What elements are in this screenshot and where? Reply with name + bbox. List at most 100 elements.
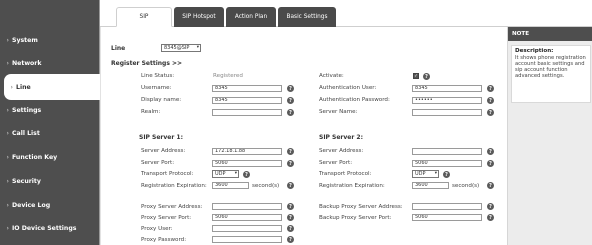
help-icon[interactable]: ? [443, 171, 450, 178]
display-name-field[interactable]: 8345 [212, 97, 282, 104]
proxy-password-label: Proxy Password: [141, 237, 187, 243]
sip1-server-port-field[interactable]: 5060 [212, 160, 282, 167]
realm-field[interactable] [212, 109, 282, 116]
chevron-right-icon: › [6, 59, 9, 67]
sip-server-1-heading: SIP Server 1: [139, 134, 183, 141]
auth-password-field[interactable]: •••••• [412, 97, 482, 104]
help-icon[interactable]: ? [287, 203, 294, 210]
tab-sip-hotspot[interactable]: SIP Hotspot [174, 7, 224, 27]
sip2-server-port-label: Server Port: [319, 160, 353, 166]
proxy-address-field[interactable] [212, 203, 282, 210]
backup-proxy-port-field[interactable]: 5060 [412, 214, 482, 221]
sidebar-item-label: IO Device Settings [12, 224, 77, 232]
help-icon[interactable]: ? [287, 109, 294, 116]
help-icon[interactable]: ? [487, 148, 494, 155]
sidebar-item-io-device-settings[interactable]: › IO Device Settings [0, 215, 100, 241]
note-body: Description: It shows phone registration… [511, 45, 591, 103]
sip2-transport-value: UDP [415, 171, 426, 177]
sip1-server-address-label: Server Address: [141, 148, 186, 154]
sip2-transport-select[interactable]: UDP ▾ [412, 170, 439, 178]
chevron-right-icon: › [6, 201, 9, 209]
chevron-right-icon: › [6, 224, 9, 232]
sip2-server-address-label: Server Address: [319, 148, 364, 154]
proxy-port-field[interactable]: 5060 [212, 214, 282, 221]
line-select-value: 8345@SIP [164, 45, 190, 51]
proxy-address-label: Proxy Server Address: [141, 204, 203, 210]
line-status-value: Registered [213, 73, 243, 79]
sidebar-item-call-list[interactable]: › Call List [0, 120, 100, 146]
help-icon[interactable]: ? [487, 97, 494, 104]
help-icon[interactable]: ? [423, 73, 430, 80]
sidebar-item-label: Network [12, 59, 42, 67]
help-icon[interactable]: ? [487, 160, 494, 167]
chevron-down-icon: ▾ [434, 171, 437, 176]
chevron-down-icon: ▾ [196, 45, 199, 50]
tab-basic-settings[interactable]: Basic Settings [278, 7, 336, 27]
tab-bar: SIP SIP Hotspot Action Plan Basic Settin… [100, 0, 592, 27]
register-settings-heading[interactable]: Register Settings >> [111, 60, 182, 67]
backup-proxy-address-label: Backup Proxy Server Address: [319, 204, 403, 210]
line-select[interactable]: 8345@SIP ▾ [161, 44, 201, 52]
help-icon[interactable]: ? [487, 109, 494, 116]
sip1-server-address-field[interactable]: 172.18.1.88 [212, 148, 282, 155]
line-status-label: Line Status: [141, 73, 175, 79]
sip1-expiration-unit: second(s) [252, 183, 280, 189]
backup-proxy-address-field[interactable] [412, 203, 482, 210]
tab-sip[interactable]: SIP [116, 7, 172, 27]
activate-checkbox[interactable]: ✓ [413, 73, 419, 79]
note-text: It shows phone registration account basi… [515, 55, 586, 79]
help-icon[interactable]: ? [287, 160, 294, 167]
help-icon[interactable]: ? [287, 214, 294, 221]
help-icon[interactable]: ? [287, 236, 294, 243]
sidebar-item-function-key[interactable]: › Function Key [0, 144, 100, 170]
sip2-expiration-field[interactable]: 3600 [412, 182, 449, 189]
help-icon[interactable]: ? [287, 85, 294, 92]
sidebar-item-label: Security [12, 177, 41, 185]
help-icon[interactable]: ? [243, 171, 250, 178]
sip1-transport-label: Transport Protocol: [141, 171, 194, 177]
help-icon[interactable]: ? [487, 182, 494, 189]
help-icon[interactable]: ? [487, 203, 494, 210]
note-title: Description: [515, 48, 554, 54]
help-icon[interactable]: ? [287, 148, 294, 155]
auth-password-label: Authentication Password: [319, 97, 390, 103]
sip2-server-port-field[interactable]: 5060 [412, 160, 482, 167]
sip1-expiration-label: Registration Expiration: [141, 183, 207, 189]
sidebar: › System › Network › Line › Settings › C… [0, 0, 100, 245]
proxy-password-field[interactable] [212, 236, 282, 243]
help-icon[interactable]: ? [287, 182, 294, 189]
server-name-field[interactable] [412, 109, 482, 116]
chevron-right-icon: › [6, 36, 9, 44]
sidebar-item-security[interactable]: › Security [0, 168, 100, 194]
sidebar-item-label: Line [16, 83, 31, 91]
chevron-right-icon: › [10, 83, 13, 91]
username-label: Username: [141, 85, 172, 91]
sip1-server-port-label: Server Port: [141, 160, 175, 166]
help-icon[interactable]: ? [487, 85, 494, 92]
help-icon[interactable]: ? [287, 225, 294, 232]
sidebar-item-label: Device Log [12, 201, 51, 209]
help-icon[interactable]: ? [287, 97, 294, 104]
chevron-down-icon: ▾ [234, 171, 237, 176]
tab-action-plan[interactable]: Action Plan [226, 7, 276, 27]
help-icon[interactable]: ? [487, 214, 494, 221]
sidebar-item-label: Call List [12, 129, 40, 137]
note-panel: NOTE Description: It shows phone registr… [507, 27, 592, 245]
sidebar-item-network[interactable]: › Network [0, 50, 100, 76]
sidebar-item-label: Function Key [12, 153, 58, 161]
backup-proxy-port-label: Backup Proxy Server Port: [319, 215, 392, 221]
proxy-user-field[interactable] [212, 225, 282, 232]
sip2-server-address-field[interactable] [412, 148, 482, 155]
sip2-transport-label: Transport Protocol: [319, 171, 372, 177]
sip2-expiration-unit: second(s) [452, 183, 480, 189]
proxy-user-label: Proxy User: [141, 226, 173, 232]
chevron-right-icon: › [6, 106, 9, 114]
chevron-right-icon: › [6, 129, 9, 137]
chevron-right-icon: › [6, 153, 9, 161]
auth-user-field[interactable]: 8345 [412, 85, 482, 92]
note-heading: NOTE [508, 27, 592, 41]
sip1-expiration-field[interactable]: 3600 [212, 182, 249, 189]
sip2-expiration-label: Registration Expiration: [319, 183, 385, 189]
sip1-transport-select[interactable]: UDP ▾ [212, 170, 239, 178]
username-field[interactable]: 8345 [212, 85, 282, 92]
